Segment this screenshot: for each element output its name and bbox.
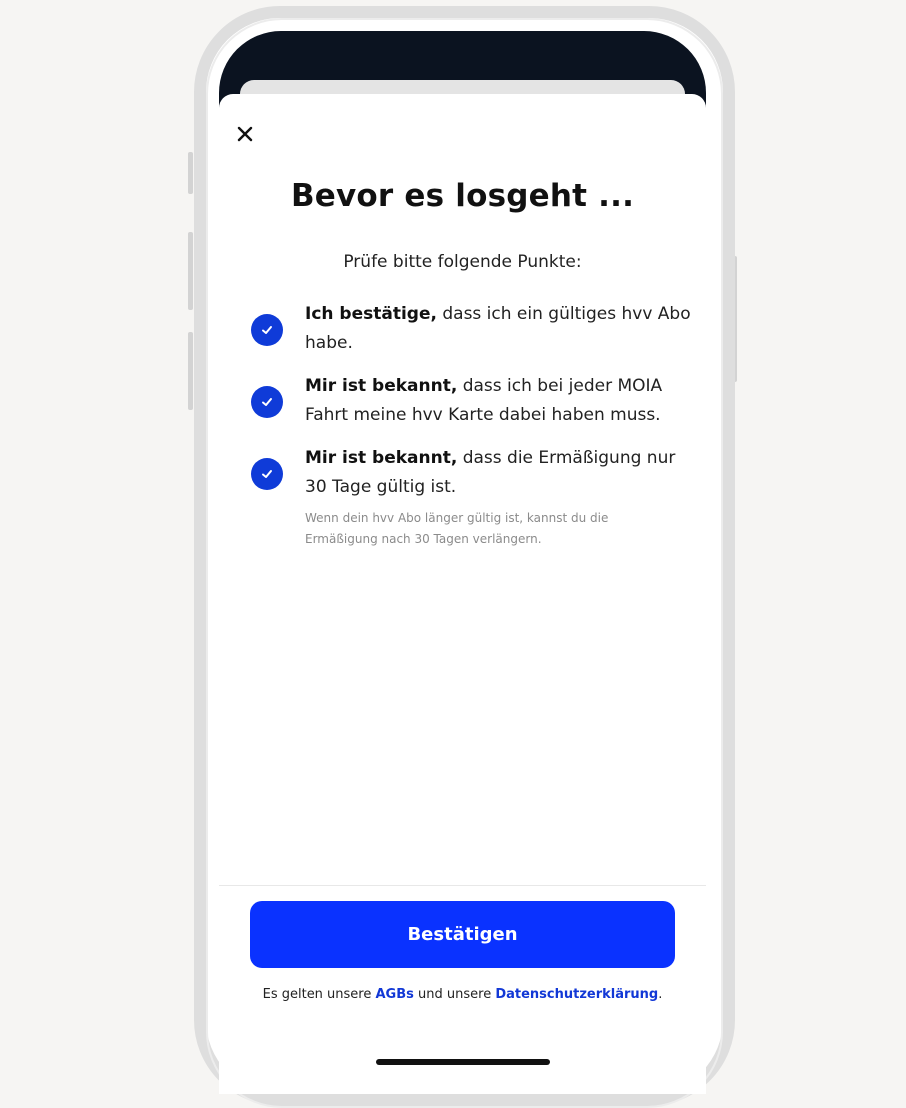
page-subtitle: Prüfe bitte folgende Punkte: [343, 252, 582, 272]
checkmark-icon [251, 386, 283, 418]
phone-volume-down-button [188, 332, 193, 410]
close-icon [237, 126, 253, 142]
legal-suffix: . [658, 987, 663, 1002]
checkmark-icon [251, 314, 283, 346]
checklist-item-emphasis: Ich bestätige, [305, 304, 437, 324]
close-button[interactable] [231, 120, 259, 148]
checklist-item-emphasis: Mir ist bekannt, [305, 448, 458, 468]
agb-link[interactable]: AGBs [376, 987, 414, 1002]
checklist-item-text: Ich bestätige, dass ich ein gültiges hvv… [305, 300, 695, 358]
checklist-item-text: Mir ist bekannt, dass die Ermäßigung nur… [305, 444, 695, 502]
checkmark-icon [251, 458, 283, 490]
page-title: Bevor es losgeht ... [290, 178, 635, 214]
legal-notice: Es gelten unsere AGBs und unsere Datensc… [219, 987, 706, 1002]
footer-divider [219, 885, 706, 886]
phone-side-button [188, 152, 193, 194]
checklist-item-note: Wenn dein hvv Abo länger gültig ist, kan… [305, 511, 609, 546]
home-indicator[interactable] [376, 1059, 550, 1065]
legal-prefix: Es gelten unsere [262, 987, 376, 1002]
legal-middle: und unsere [413, 987, 496, 1002]
privacy-policy-link[interactable]: Datenschutzerklärung [495, 987, 658, 1002]
checklist-item-text: Mir ist bekannt, dass ich bei jeder MOIA… [305, 372, 695, 430]
checklist-item-emphasis: Mir ist bekannt, [305, 376, 458, 396]
phone-volume-up-button [188, 232, 193, 310]
confirm-button[interactable]: Bestätigen [250, 901, 675, 968]
